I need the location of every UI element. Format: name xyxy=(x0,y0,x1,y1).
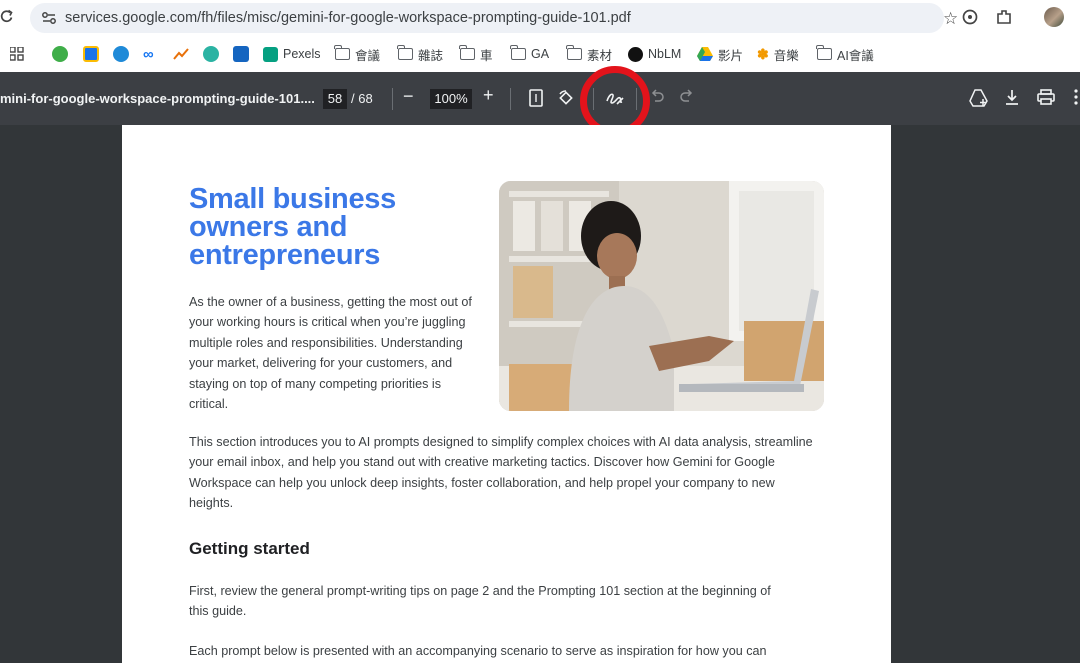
getting-started-heading: Getting started xyxy=(189,539,310,558)
bookmark-clover-icon[interactable] xyxy=(52,44,68,64)
pdf-title: mini-for-google-workspace-prompting-guid… xyxy=(0,91,315,106)
bookmark-music[interactable]: ✽ 音樂 xyxy=(757,44,799,64)
zoom-level-input[interactable]: 100% xyxy=(430,89,472,109)
bookmark-nblm[interactable]: NbLM xyxy=(628,44,681,64)
more-options-icon[interactable] xyxy=(1073,89,1079,110)
bookmark-video[interactable]: 影片 xyxy=(697,44,743,64)
page-number-input[interactable]: 58 xyxy=(323,89,347,109)
bookmark-teal-icon[interactable] xyxy=(203,44,219,64)
bookmark-folder-ga[interactable]: GA xyxy=(510,44,549,64)
zoom-out-button[interactable]: − xyxy=(403,86,414,107)
pdf-page: Small business owners and entrepreneurs … xyxy=(122,125,891,663)
print-icon[interactable] xyxy=(1037,89,1055,110)
bookmark-folder-assets[interactable]: 素材 xyxy=(566,44,612,64)
bookmark-folder-magazine[interactable]: 雜誌 xyxy=(397,44,443,64)
bookmark-trend-icon[interactable] xyxy=(173,44,189,64)
notebooklm-icon xyxy=(628,46,643,62)
redo-icon[interactable] xyxy=(680,89,694,108)
bookmark-folder-ai-meeting[interactable]: AI會議 xyxy=(816,44,874,64)
rotate-icon[interactable] xyxy=(557,89,575,112)
pdf-toolbar: mini-for-google-workspace-prompting-guid… xyxy=(0,72,1080,125)
download-icon[interactable] xyxy=(1004,89,1020,110)
reload-icon[interactable] xyxy=(0,8,14,29)
apps-icon[interactable] xyxy=(10,44,24,64)
prompts-intro-paragraph: Each prompt below is presented with an a… xyxy=(189,644,767,658)
url-text[interactable]: services.google.com/fh/files/misc/gemini… xyxy=(65,10,631,26)
bookmark-calendar-icon[interactable] xyxy=(83,44,99,64)
bookmark-folder-meeting[interactable]: 會議 xyxy=(334,44,380,64)
bookmark-circle-icon[interactable] xyxy=(113,44,129,64)
page-heading: Small business owners and entrepreneurs xyxy=(189,183,396,271)
bookmark-star-icon[interactable]: ☆ xyxy=(943,9,958,29)
google-drive-icon xyxy=(697,47,713,61)
profile-avatar[interactable] xyxy=(1044,7,1064,27)
toolbar-divider xyxy=(392,88,393,110)
omnibox[interactable]: services.google.com/fh/files/misc/gemini… xyxy=(30,3,958,33)
bookmark-meta-icon[interactable]: ∞ xyxy=(143,44,154,64)
page-total: / 68 xyxy=(351,91,373,106)
music-icon: ✽ xyxy=(757,45,769,62)
toolbar-divider xyxy=(510,88,511,110)
bookmark-pexels[interactable]: Pexels xyxy=(263,44,321,64)
getting-started-paragraph: First, review the general prompt-writing… xyxy=(189,584,771,619)
zoom-in-button[interactable]: + xyxy=(483,85,494,106)
folder-icon xyxy=(816,45,832,60)
folder-icon xyxy=(459,45,475,60)
businesswoman-photo xyxy=(499,181,824,411)
folder-icon xyxy=(510,45,526,60)
folder-icon xyxy=(566,45,582,60)
section-paragraph: This section introduces you to AI prompt… xyxy=(189,435,813,511)
site-info-icon[interactable] xyxy=(40,9,58,32)
fit-page-icon[interactable] xyxy=(528,89,544,112)
drive-save-icon[interactable] xyxy=(969,89,989,112)
folder-icon xyxy=(397,45,413,60)
google-lens-icon[interactable] xyxy=(961,8,979,31)
folder-icon xyxy=(334,45,350,60)
undo-icon[interactable] xyxy=(650,89,664,108)
bookmarks-bar: ∞ Pexels 會議 雜誌 車 GA 素材 NbLM 影片 ✽ 音樂 AI會議 xyxy=(0,36,1080,72)
bookmark-folder-car[interactable]: 車 xyxy=(459,44,493,64)
extensions-icon[interactable] xyxy=(995,8,1013,31)
bookmark-blue-square-icon[interactable] xyxy=(233,44,249,64)
pexels-icon xyxy=(263,46,278,62)
intro-paragraph: As the owner of a business, getting the … xyxy=(189,295,472,412)
address-bar-row: services.google.com/fh/files/misc/gemini… xyxy=(0,0,1080,36)
